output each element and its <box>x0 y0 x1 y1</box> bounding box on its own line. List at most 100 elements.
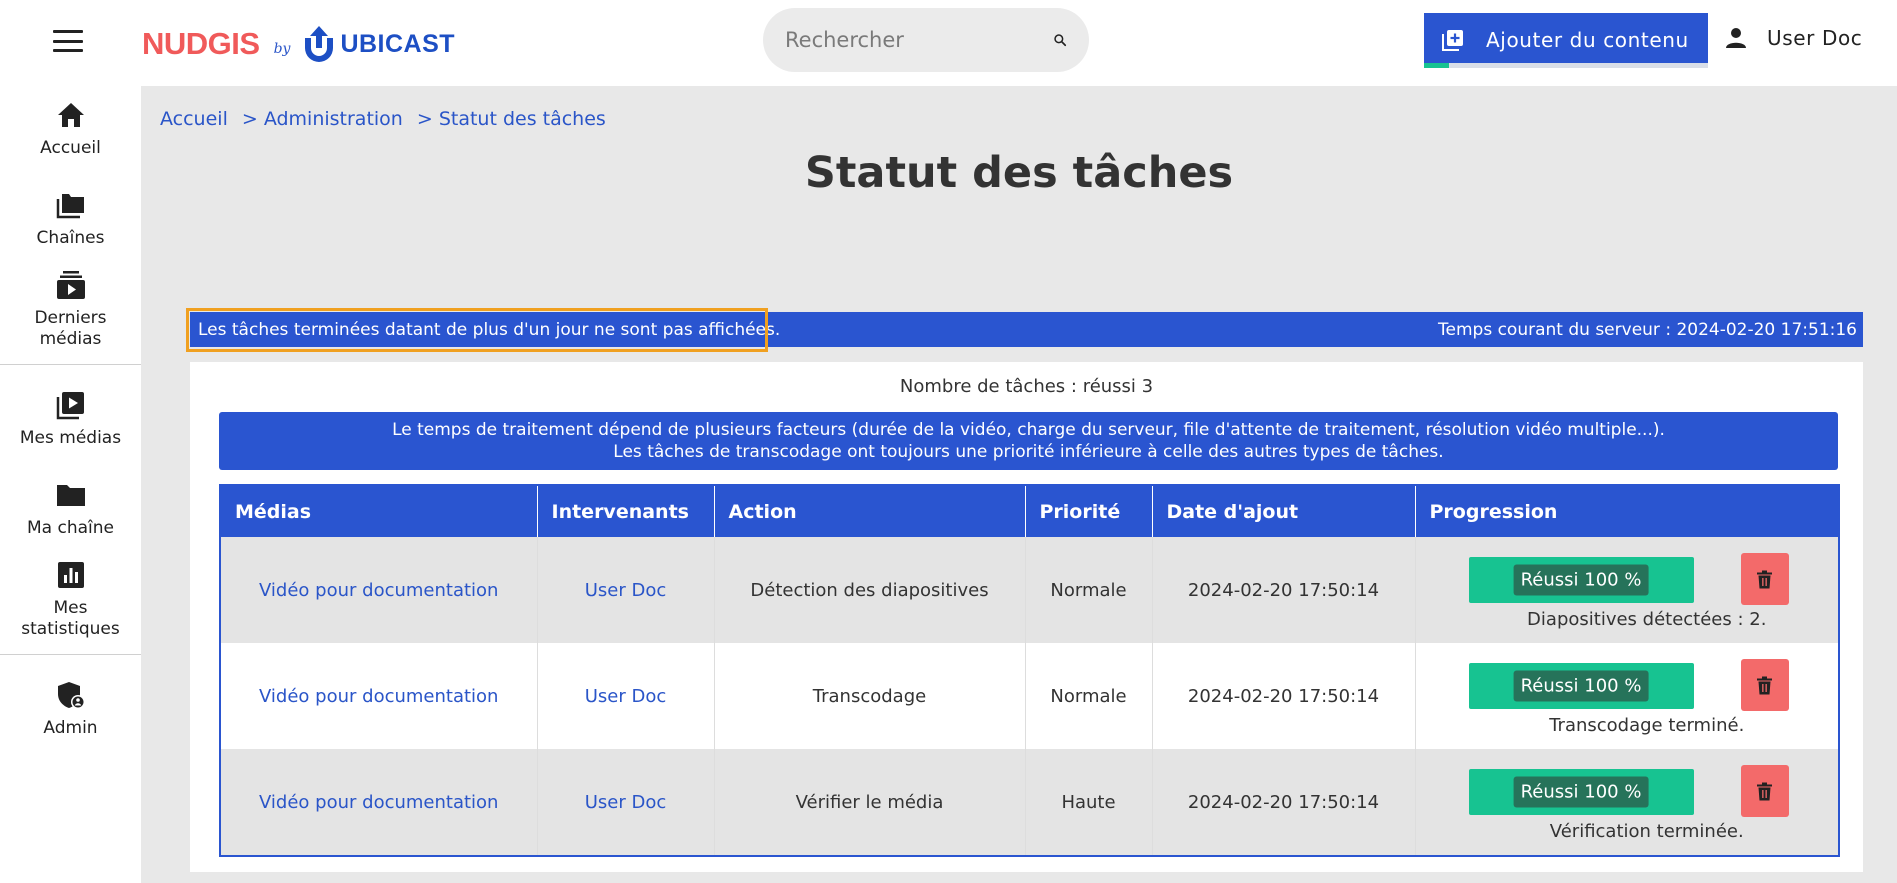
logo-by-text: by <box>273 41 291 57</box>
breadcrumb-administration[interactable]: > Administration <box>242 108 403 130</box>
sidebar-item-label: Derniers médias <box>34 308 107 349</box>
table-row: Vidéo pour documentation User Doc Détect… <box>220 537 1839 643</box>
priority-cell: Normale <box>1025 537 1153 643</box>
sidebar-item-mes-medias[interactable]: Mes médias <box>0 390 141 449</box>
home-icon <box>57 103 84 127</box>
sidebar-item-accueil[interactable]: Accueil <box>0 100 141 159</box>
add-content-label: Ajouter du contenu <box>1486 28 1689 52</box>
progress-bar: Réussi 100 % <box>1468 663 1694 709</box>
media-cell: Vidéo pour documentation <box>220 749 538 856</box>
progress-bar: Réussi 100 % <box>1468 557 1694 603</box>
media-cell: Vidéo pour documentation <box>220 643 538 749</box>
progress-message: Diapositives détectées : 2. <box>1527 609 1767 630</box>
progress-cell: Réussi 100 % Vérification terminée. <box>1415 749 1839 856</box>
action-cell: Vérifier le média <box>714 749 1026 856</box>
tasks-table: Médias Intervenants Action Priorité Date… <box>219 484 1840 857</box>
info-bar: Les tâches terminées datant de plus d'un… <box>190 312 1863 347</box>
breadcrumb-statut-des-taches[interactable]: > Statut des tâches <box>417 108 606 130</box>
progress-cell: Réussi 100 % Transcodage terminé. <box>1415 643 1839 749</box>
add-content-button[interactable]: Ajouter du contenu <box>1424 13 1708 67</box>
sidebar-item-label: Mes médias <box>19 428 122 448</box>
progress-label: Réussi 100 % <box>1513 670 1649 702</box>
trash-icon <box>1757 676 1772 694</box>
column-header-date-ajout[interactable]: Date d'ajout <box>1152 485 1416 537</box>
delete-task-button[interactable] <box>1740 659 1789 711</box>
nudgis-logo[interactable]: NUDGIS by UBICAST <box>142 22 455 66</box>
column-header-progression[interactable]: Progression <box>1415 485 1839 537</box>
speaker-link[interactable]: User Doc <box>585 792 667 813</box>
speaker-link[interactable]: User Doc <box>585 686 667 707</box>
sidebar-item-mes-statistiques[interactable]: Mes statistiques <box>0 560 141 640</box>
media-link[interactable]: Vidéo pour documentation <box>259 686 498 707</box>
page-title: Statut des tâches <box>804 148 1234 198</box>
task-count: Nombre de tâches : réussi 3 <box>899 376 1154 397</box>
sidebar-item-derniers-medias[interactable]: Derniers médias <box>0 270 141 350</box>
media-link[interactable]: Vidéo pour documentation <box>259 580 498 601</box>
priority-cell: Normale <box>1025 643 1153 749</box>
search-input[interactable] <box>785 28 1053 52</box>
media-link[interactable]: Vidéo pour documentation <box>259 792 498 813</box>
processing-notice-line2: Les tâches de transcodage ont toujours u… <box>613 442 1444 462</box>
table-row: Vidéo pour documentation User Doc Transc… <box>220 643 1839 749</box>
speaker-cell: User Doc <box>537 643 715 749</box>
delete-task-button[interactable] <box>1740 765 1789 817</box>
priority-cell: Haute <box>1025 749 1153 856</box>
media-cell: Vidéo pour documentation <box>220 537 538 643</box>
column-header-priorite[interactable]: Priorité <box>1025 485 1153 537</box>
progress-message: Transcodage terminé. <box>1549 715 1745 736</box>
folder-icon <box>56 485 85 506</box>
date-cell: 2024-02-20 17:50:14 <box>1152 749 1416 856</box>
column-header-medias[interactable]: Médias <box>220 485 538 537</box>
processing-notice: Le temps de traitement dépend de plusieu… <box>219 412 1838 470</box>
sidebar-item-admin[interactable]: Admin <box>0 680 141 739</box>
logo-nudgis-text: NUDGIS <box>142 26 260 61</box>
breadcrumb: Accueil > Administration > Statut des tâch… <box>160 108 606 130</box>
search-icon[interactable] <box>1053 26 1067 54</box>
stats-icon <box>57 562 84 588</box>
column-header-action[interactable]: Action <box>714 485 1026 537</box>
sidebar-item-chaines[interactable]: Chaînes <box>0 190 141 249</box>
sidebar-item-ma-chaine[interactable]: Ma chaîne <box>0 480 141 539</box>
sidebar-item-label: Ma chaîne <box>27 518 114 538</box>
sidebar-item-label: Accueil <box>40 138 101 158</box>
logo-ubicast-text: UBICAST <box>340 29 456 58</box>
tasks-panel: Nombre de tâches : réussi 3 Le temps de … <box>190 362 1863 872</box>
table-header-row: Médias Intervenants Action Priorité Date… <box>220 485 1839 537</box>
trash-icon <box>1757 570 1772 588</box>
delete-task-button[interactable] <box>1740 553 1789 605</box>
sidebar-divider <box>0 364 141 365</box>
progress-label: Réussi 100 % <box>1513 564 1649 596</box>
latest-media-icon <box>56 271 85 299</box>
sidebar-item-label: Admin <box>43 718 98 738</box>
date-cell: 2024-02-20 17:50:14 <box>1152 537 1416 643</box>
ubicast-logo-icon <box>305 26 334 62</box>
progress-bar: Réussi 100 % <box>1468 769 1694 815</box>
action-cell: Transcodage <box>714 643 1026 749</box>
user-menu[interactable]: User Doc <box>1725 26 1862 50</box>
progress-label: Réussi 100 % <box>1513 776 1649 808</box>
column-header-intervenants[interactable]: Intervenants <box>537 485 715 537</box>
progress-message: Vérification terminée. <box>1549 821 1744 842</box>
action-cell: Détection des diapositives <box>714 537 1026 643</box>
table-row: Vidéo pour documentation User Doc Vérifi… <box>220 749 1839 856</box>
add-content-icon <box>1442 30 1463 51</box>
top-bar: NUDGIS by UBICAST Ajouter du contenu Use… <box>0 0 1897 86</box>
trash-icon <box>1757 782 1772 800</box>
sidebar-item-label: Chaînes <box>36 228 105 248</box>
breadcrumb-accueil[interactable]: Accueil <box>160 108 228 130</box>
server-time: Temps courant du serveur : 2024-02-20 17… <box>1438 319 1857 340</box>
channels-icon <box>56 194 84 219</box>
sidebar: Accueil Chaînes Derniers médias Mes médi… <box>0 86 141 883</box>
speaker-cell: User Doc <box>537 537 715 643</box>
my-media-icon <box>56 392 84 420</box>
user-icon <box>1726 28 1746 48</box>
admin-shield-icon <box>57 682 85 709</box>
sidebar-item-label: Mes statistiques <box>21 598 120 639</box>
speaker-cell: User Doc <box>537 749 715 856</box>
hamburger-menu-icon[interactable] <box>53 30 83 52</box>
progress-cell: Réussi 100 % Diapositives détectées : 2. <box>1415 537 1839 643</box>
speaker-link[interactable]: User Doc <box>585 580 667 601</box>
add-content-underline <box>1424 63 1708 68</box>
search-bar <box>763 8 1089 72</box>
sidebar-divider <box>0 654 141 655</box>
